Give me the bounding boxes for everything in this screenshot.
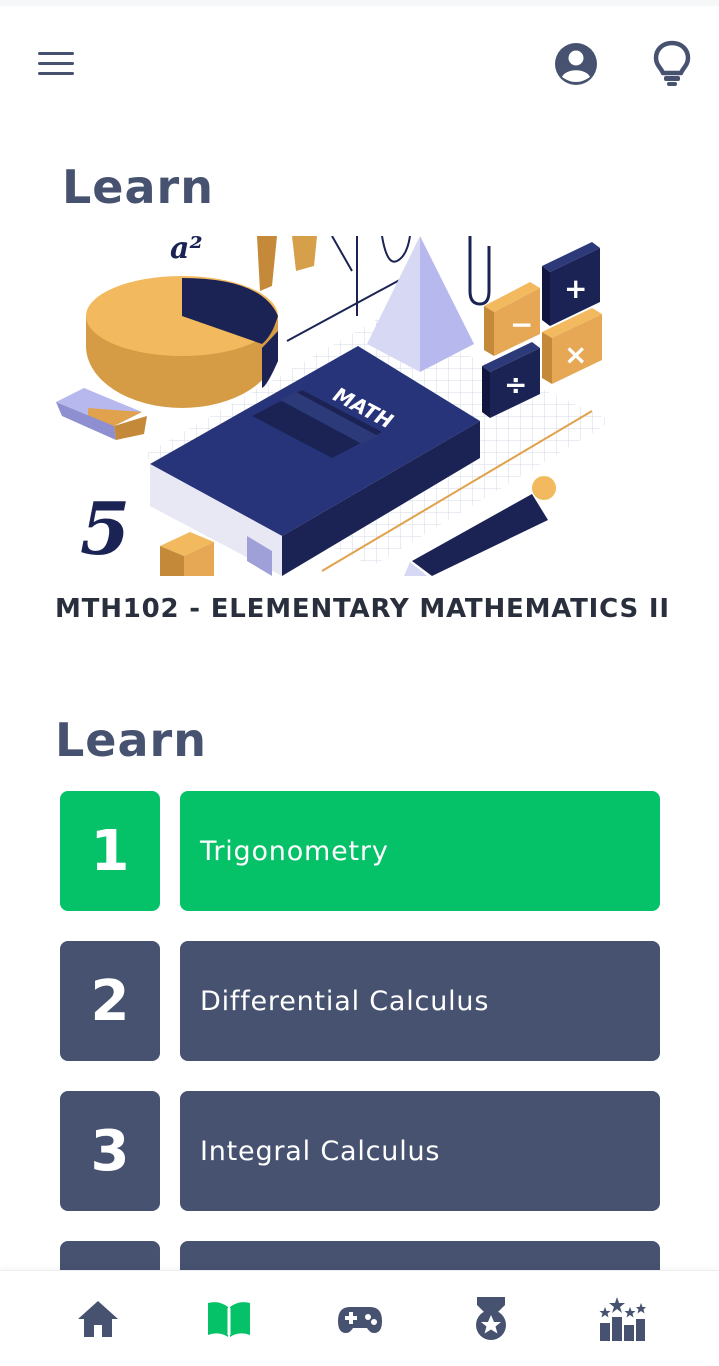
gamepad-icon — [338, 1307, 382, 1333]
nav-leaderboard[interactable] — [598, 1295, 646, 1343]
svg-text:a²: a² — [170, 236, 203, 266]
hint-button[interactable] — [650, 38, 694, 88]
nav-achievements[interactable] — [467, 1295, 515, 1343]
lesson-number[interactable]: 1 — [60, 791, 160, 911]
nav-games[interactable] — [336, 1295, 384, 1343]
app-header — [0, 0, 719, 120]
nav-home[interactable] — [74, 1295, 122, 1343]
svg-text:×: × — [564, 338, 587, 371]
user-circle-icon — [555, 43, 597, 85]
menu-button[interactable] — [36, 50, 76, 78]
lightbulb-icon — [653, 40, 691, 86]
home-icon — [78, 1301, 118, 1337]
lessons-section-title: Learn — [55, 713, 207, 767]
svg-text:−: − — [510, 308, 533, 341]
lesson-item-differential-calculus[interactable]: 2 Differential Calculus — [60, 941, 660, 1061]
svg-text:÷: ÷ — [504, 368, 527, 401]
svg-text:+: + — [564, 272, 587, 305]
leaderboard-icon — [599, 1297, 646, 1341]
digit-figure: 5 — [80, 486, 130, 571]
lesson-label[interactable]: Integral Calculus — [180, 1091, 660, 1211]
bottom-navigation — [0, 1270, 719, 1366]
lesson-number[interactable]: 2 — [60, 941, 160, 1061]
hamburger-icon — [38, 52, 74, 55]
lesson-number[interactable]: 3 — [60, 1091, 160, 1211]
lesson-item-integral-calculus[interactable]: 3 Integral Calculus — [60, 1091, 660, 1211]
lesson-label[interactable]: Trigonometry — [180, 791, 660, 911]
lesson-item-trigonometry[interactable]: 1 Trigonometry — [60, 791, 660, 911]
course-illustration: a² − + × ÷ MATH 5 — [52, 231, 622, 578]
lesson-label[interactable]: Differential Calculus — [180, 941, 660, 1061]
nav-learn[interactable] — [205, 1295, 253, 1343]
book-open-icon — [208, 1302, 250, 1337]
medal-icon — [476, 1297, 506, 1340]
course-name: MTH102 - ELEMENTARY MATHEMATICS II — [55, 594, 670, 624]
page-title: Learn — [62, 160, 214, 214]
profile-button[interactable] — [552, 40, 600, 88]
